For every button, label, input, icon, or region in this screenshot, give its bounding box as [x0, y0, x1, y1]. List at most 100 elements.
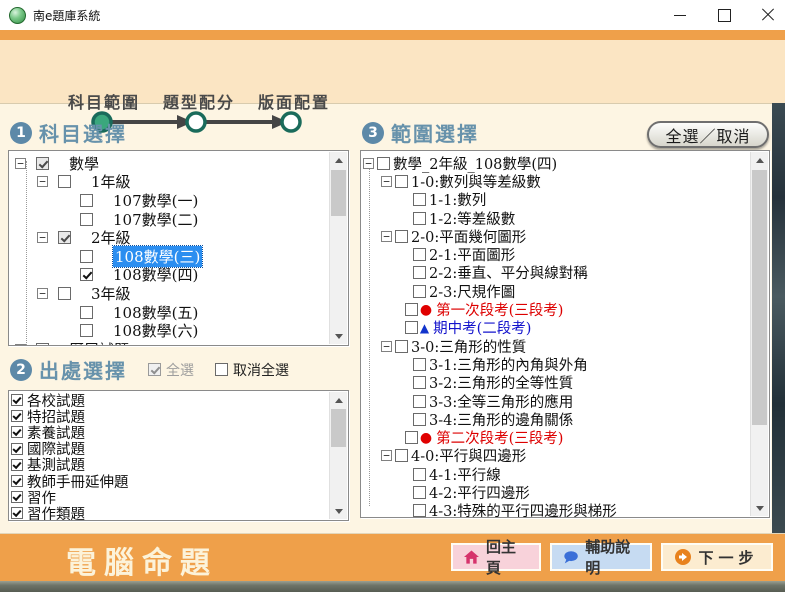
- checkbox[interactable]: [80, 268, 93, 282]
- checkbox[interactable]: [404, 303, 418, 317]
- minimize-icon[interactable]: [673, 8, 687, 22]
- select-all-toggle-button[interactable]: 全選／取消: [647, 121, 769, 148]
- expander-icon[interactable]: −: [15, 343, 26, 345]
- checkbox[interactable]: [11, 410, 23, 423]
- checkbox[interactable]: [413, 248, 426, 262]
- tree-row[interactable]: −2-3:尺規作圖: [361, 282, 751, 301]
- clear-all-checkbox[interactable]: [215, 363, 228, 376]
- home-button[interactable]: 回主頁: [451, 538, 541, 577]
- next-step-button[interactable]: 下一步: [661, 543, 773, 571]
- checkbox[interactable]: [11, 458, 23, 471]
- checkbox[interactable]: [395, 174, 408, 188]
- expander-icon[interactable]: −: [37, 287, 48, 299]
- expander-icon[interactable]: −: [381, 450, 392, 462]
- tree-row[interactable]: −●第二次段考(三段考): [361, 428, 751, 447]
- checkbox[interactable]: [395, 229, 408, 243]
- tree-row[interactable]: − 數學_2年級_108數學(四): [361, 154, 751, 173]
- checkbox[interactable]: [80, 193, 93, 207]
- checkbox[interactable]: [413, 394, 426, 408]
- tree-row[interactable]: −1-0:數列與等差級數: [361, 172, 751, 191]
- tree-row[interactable]: − 數學: [9, 154, 330, 173]
- list-item[interactable]: 教師手冊延伸題: [11, 473, 330, 491]
- checkbox[interactable]: [80, 305, 93, 319]
- tree-row[interactable]: −108數學(五): [9, 303, 330, 322]
- expander-icon[interactable]: −: [37, 176, 48, 188]
- checkbox[interactable]: [58, 231, 71, 245]
- checkbox[interactable]: [404, 431, 418, 445]
- scroll-down-icon[interactable]: [330, 328, 347, 344]
- maximize-icon[interactable]: [717, 8, 731, 22]
- checkbox[interactable]: [404, 321, 418, 335]
- tree-label[interactable]: 歷屆試題: [69, 339, 129, 345]
- scroll-up-icon[interactable]: [330, 392, 347, 408]
- checkbox[interactable]: [413, 467, 426, 481]
- tree-label[interactable]: 4-3:特殊的平行四邊形與梯形: [429, 500, 617, 517]
- expander-icon[interactable]: −: [381, 175, 392, 187]
- checkbox[interactable]: [80, 212, 93, 226]
- checkbox[interactable]: [377, 156, 390, 170]
- checkbox[interactable]: [36, 342, 49, 345]
- checkbox[interactable]: [58, 286, 71, 300]
- subject-tree-scrollbar[interactable]: [329, 152, 347, 344]
- tree-row[interactable]: −3-1:三角形的內角與外角: [361, 355, 751, 374]
- checkbox[interactable]: [11, 507, 23, 520]
- tree-row[interactable]: −108數學(六): [9, 321, 330, 340]
- tree-row[interactable]: −108數學(三): [9, 244, 330, 268]
- tree-row[interactable]: −4-2:平行四邊形: [361, 483, 751, 502]
- tree-row[interactable]: −3-0:三角形的性質: [361, 337, 751, 356]
- tree-row[interactable]: −3-3:全等三角形的應用: [361, 392, 751, 411]
- checkbox[interactable]: [413, 504, 426, 517]
- checkbox[interactable]: [58, 175, 71, 189]
- checkbox[interactable]: [395, 339, 408, 353]
- tree-row[interactable]: −2-0:平面幾何圖形: [361, 227, 751, 246]
- checkbox[interactable]: [413, 357, 426, 371]
- checkbox[interactable]: [413, 485, 426, 499]
- tree-row[interactable]: −2-2:垂直、平分與線對稱: [361, 264, 751, 282]
- tree-row[interactable]: −4-0:平行與四邊形: [361, 447, 751, 465]
- tree-row[interactable]: −3-4:三角形的邊角關係: [361, 410, 751, 429]
- checkbox[interactable]: [395, 449, 408, 463]
- tree-row[interactable]: − 4-3:特殊的平行四邊形與梯形: [361, 502, 751, 517]
- expander-icon[interactable]: −: [363, 157, 374, 169]
- tree-row[interactable]: −1年級: [9, 173, 330, 191]
- scroll-down-icon[interactable]: [330, 503, 347, 519]
- scrollbar-thumb[interactable]: [331, 170, 346, 216]
- tree-row[interactable]: −2年級: [9, 228, 330, 247]
- checkbox[interactable]: [11, 442, 23, 455]
- checkbox[interactable]: [413, 376, 426, 390]
- tree-row[interactable]: −108數學(四): [9, 266, 330, 284]
- checkbox[interactable]: [11, 394, 23, 407]
- checkbox[interactable]: [413, 412, 426, 426]
- close-icon[interactable]: [761, 8, 775, 22]
- tree-row[interactable]: −107數學(一): [9, 191, 330, 210]
- scroll-up-icon[interactable]: [751, 152, 768, 168]
- scroll-down-icon[interactable]: [751, 500, 768, 516]
- checkbox[interactable]: [413, 266, 426, 280]
- clear-all-control[interactable]: 取消全選: [215, 360, 289, 380]
- checkbox[interactable]: [11, 426, 23, 439]
- expander-icon[interactable]: −: [381, 230, 392, 242]
- tree-row[interactable]: −3年級: [9, 284, 330, 303]
- expander-icon[interactable]: −: [15, 157, 26, 169]
- help-button[interactable]: 輔助說明: [550, 538, 652, 577]
- tree-row[interactable]: −▲期中考(二段考): [361, 319, 751, 337]
- source-list-scrollbar[interactable]: [329, 392, 347, 519]
- tree-row[interactable]: −107數學(二): [9, 210, 330, 229]
- scroll-up-icon[interactable]: [330, 152, 347, 168]
- checkbox[interactable]: [413, 193, 426, 207]
- checkbox[interactable]: [36, 156, 49, 170]
- select-all-control[interactable]: 全選: [148, 360, 194, 380]
- checkbox[interactable]: [80, 249, 93, 263]
- checkbox[interactable]: [80, 324, 93, 338]
- tree-row[interactable]: −1-1:數列: [361, 191, 751, 209]
- tree-row[interactable]: −2-1:平面圖形: [361, 245, 751, 264]
- scrollbar-thumb[interactable]: [331, 409, 346, 447]
- range-tree-scrollbar[interactable]: [750, 152, 768, 516]
- expander-icon[interactable]: −: [381, 340, 392, 352]
- scrollbar-thumb[interactable]: [752, 170, 767, 425]
- checkbox[interactable]: [413, 284, 426, 298]
- select-all-checkbox[interactable]: [148, 363, 161, 376]
- checkbox[interactable]: [413, 211, 426, 225]
- tree-row[interactable]: −1-2:等差級數: [361, 209, 751, 228]
- tree-row[interactable]: −●第一次段考(三段考): [361, 300, 751, 319]
